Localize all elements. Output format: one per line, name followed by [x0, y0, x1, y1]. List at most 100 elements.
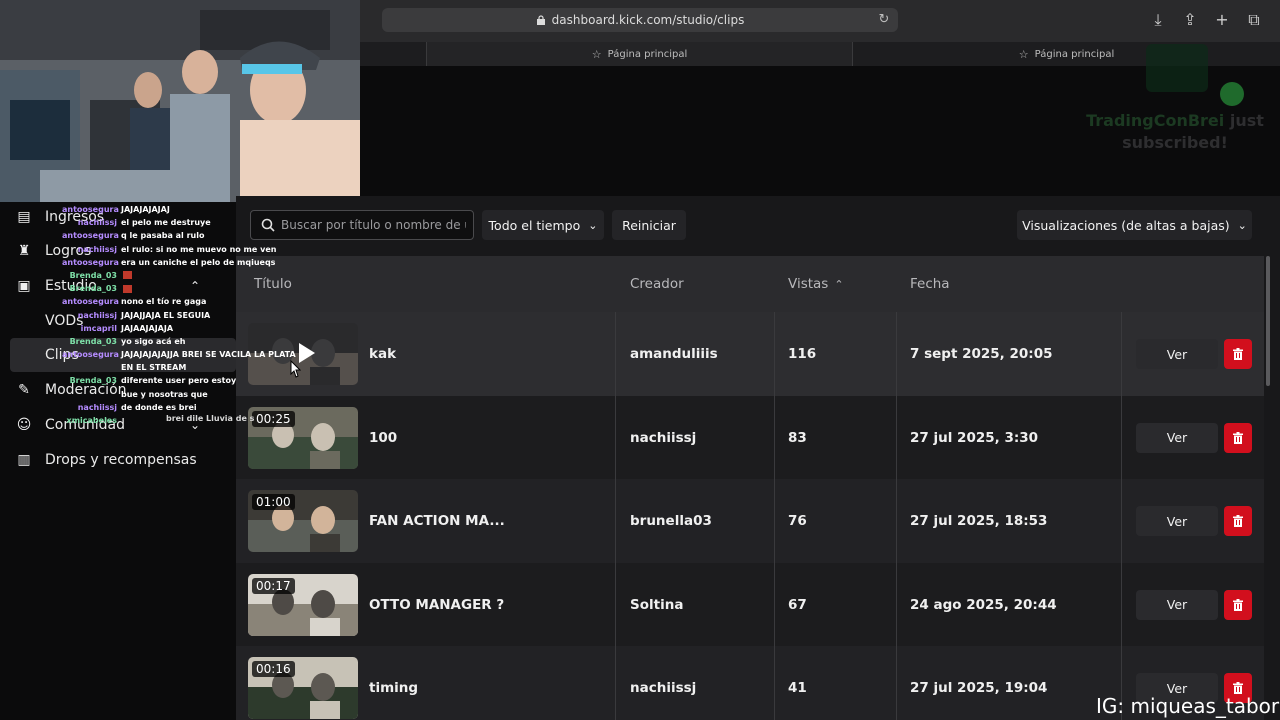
- browser-tab-2[interactable]: ☆ Página principal: [852, 42, 1280, 66]
- chat-partial-message: brei dile Lluvia de s: [166, 414, 255, 423]
- chat-text: JAJAJAJAJAJ: [121, 205, 170, 214]
- column-divider: [1121, 312, 1122, 396]
- clip-title[interactable]: timing: [369, 680, 418, 696]
- chat-text: EN EL STREAM: [121, 363, 187, 373]
- view-button-label: Ver: [1166, 597, 1188, 612]
- view-button[interactable]: Ver: [1136, 422, 1218, 453]
- download-icon[interactable]: ⤓: [1148, 10, 1168, 30]
- chat-username: nachiissj: [77, 402, 117, 412]
- clip-title[interactable]: FAN ACTION MA...: [369, 513, 505, 529]
- clip-views: 116: [788, 346, 817, 362]
- share-icon[interactable]: ⇪: [1180, 10, 1200, 30]
- clip-duration: 00:17: [252, 577, 295, 594]
- chat-username: antoosegura: [62, 231, 119, 241]
- chat-text: bue y nosotras que: [121, 389, 208, 399]
- delete-button[interactable]: [1224, 589, 1252, 620]
- clip-creator: Soltina: [630, 596, 684, 613]
- trash-icon: [1233, 431, 1243, 444]
- chevron-down-icon: ⌄: [1237, 218, 1247, 232]
- search-input[interactable]: [281, 218, 466, 232]
- time-filter-label: Todo el tiempo: [488, 217, 581, 233]
- wrench-icon: ✎: [18, 382, 30, 398]
- time-filter-dropdown[interactable]: Todo el tiempo ⌄: [482, 210, 604, 240]
- reset-button[interactable]: Reiniciar: [612, 210, 686, 240]
- chat-username: Brenda_03: [69, 336, 117, 346]
- sidebar-item-drops[interactable]: ▥ Drops y recompensas: [0, 443, 236, 477]
- chat-username: imcapril: [80, 323, 117, 333]
- clip-title[interactable]: kak: [369, 346, 396, 362]
- delete-button[interactable]: [1224, 339, 1252, 369]
- clip-title[interactable]: OTTO MANAGER ?: [369, 597, 504, 613]
- chat-message: imcapril JAJAAJAJAJA: [62, 322, 262, 335]
- column-divider: [896, 479, 897, 563]
- header-date[interactable]: Fecha: [910, 276, 950, 292]
- column-divider: [615, 312, 616, 396]
- clip-views: 41: [788, 680, 807, 696]
- clip-thumbnail[interactable]: 01:00: [248, 490, 358, 552]
- chat-username: nachiissj: [77, 310, 117, 320]
- sort-dropdown[interactable]: Visualizaciones (de altas a bajas) ⌄: [1017, 210, 1252, 240]
- tab-label: Página principal: [607, 48, 688, 60]
- clip-date: 27 jul 2025, 19:04: [910, 680, 1048, 696]
- column-divider: [774, 312, 775, 396]
- chat-text: era un caniche el pelo de mqiueqs: [121, 257, 276, 267]
- chat-text: q le pasaba al rulo: [121, 231, 205, 241]
- delete-button[interactable]: [1224, 422, 1252, 453]
- table-row[interactable]: 01:00 FAN ACTION MA... brunella03 76 27 …: [236, 479, 1264, 563]
- watermark: IG: miqueas_tabor: [1096, 694, 1280, 718]
- browser-tab-1[interactable]: ☆ Página principal: [426, 42, 852, 66]
- chat-message: nachiissj de donde es brei: [62, 401, 262, 414]
- header-creator[interactable]: Creador: [630, 276, 684, 292]
- view-button[interactable]: Ver: [1136, 339, 1218, 369]
- webcam-overlay: [0, 0, 360, 202]
- url-bar[interactable]: dashboard.kick.com/studio/clips ↻: [382, 8, 898, 32]
- view-button[interactable]: Ver: [1136, 589, 1218, 620]
- delete-button[interactable]: [1224, 506, 1252, 536]
- sort-asc-icon: ⌃: [834, 278, 844, 291]
- search-icon: [261, 218, 275, 232]
- table-row[interactable]: 00:25 100 nachiissj 83 27 jul 2025, 3:30…: [236, 395, 1264, 480]
- reload-icon[interactable]: ↻: [876, 12, 892, 28]
- chat-username: antoosegura: [62, 205, 119, 214]
- clip-views: 76: [788, 513, 807, 529]
- view-button-label: Ver: [1166, 430, 1188, 445]
- column-divider: [1121, 479, 1122, 563]
- url-text: dashboard.kick.com/studio/clips: [551, 13, 745, 27]
- film-icon: ▣: [17, 278, 31, 294]
- chat-username: xmicabeles: [66, 416, 117, 425]
- clip-duration: 00:16: [252, 661, 295, 677]
- notification-text: just: [1229, 111, 1264, 130]
- scrollbar[interactable]: [1266, 256, 1270, 386]
- trash-icon: [1233, 682, 1243, 694]
- subscriber-name: TradingConBrei: [1086, 111, 1225, 130]
- trash-icon: [1233, 348, 1243, 360]
- trash-icon: [1233, 598, 1243, 611]
- clip-creator: nachiissj: [630, 680, 697, 696]
- view-button[interactable]: Ver: [1136, 506, 1218, 536]
- table-row[interactable]: 00:17 OTTO MANAGER ? Soltina 67 24 ago 2…: [236, 562, 1264, 647]
- table-header: Título Creador Vistas ⌃ Fecha: [236, 256, 1264, 312]
- new-tab-icon[interactable]: +: [1212, 10, 1232, 30]
- chat-username: antoosegura: [62, 257, 119, 267]
- clip-thumbnail[interactable]: 00:25: [248, 406, 358, 469]
- chat-message: EN EL STREAM: [62, 361, 262, 374]
- column-divider: [1121, 562, 1122, 647]
- chat-message: antoosegura era un caniche el pelo de mqi…: [62, 256, 275, 269]
- tab-overview-icon[interactable]: ⧉: [1244, 10, 1264, 30]
- clip-thumbnail[interactable]: 00:17: [248, 573, 358, 636]
- table-row[interactable]: kak amanduliiis 116 7 sept 2025, 20:05 V…: [236, 312, 1264, 396]
- clip-creator: nachiissj: [630, 429, 697, 446]
- clip-title[interactable]: 100: [369, 430, 397, 446]
- view-button-label: Ver: [1166, 346, 1188, 362]
- subscriber-avatar: [1220, 82, 1244, 106]
- chat-username: Brenda_03: [69, 376, 117, 386]
- chat-text: nono el tío re gaga: [121, 297, 207, 307]
- chat-username: nachiissj: [77, 218, 117, 228]
- column-divider: [1121, 395, 1122, 480]
- column-divider: [774, 646, 775, 720]
- lock-icon: [536, 15, 545, 25]
- header-views[interactable]: Vistas ⌃: [788, 276, 844, 292]
- search-box[interactable]: [250, 210, 474, 240]
- clip-thumbnail[interactable]: 00:16: [248, 657, 358, 719]
- clip-date: 27 jul 2025, 3:30: [910, 429, 1039, 446]
